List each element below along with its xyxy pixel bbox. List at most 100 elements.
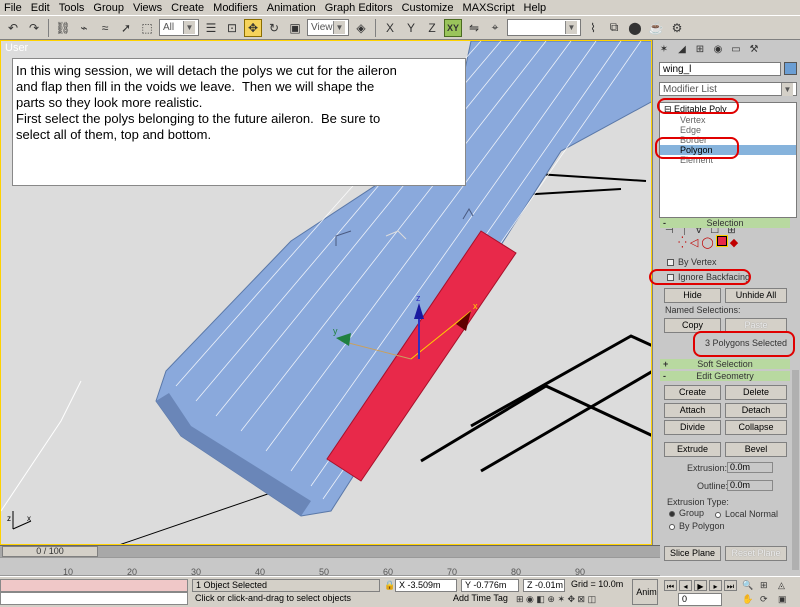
unhide-all-button[interactable]: Unhide All [725,288,787,303]
extrusion-group-radio[interactable]: Group [669,508,704,518]
select-and-move-icon[interactable]: ✥ [244,18,262,37]
previous-frame-icon[interactable]: ◂ [679,580,692,591]
display-tab-icon[interactable]: ▭ [729,43,743,57]
next-frame-icon[interactable]: ▸ [709,580,722,591]
select-object-icon[interactable]: ➚ [117,19,135,37]
menu-tools[interactable]: Tools [59,2,85,14]
restrict-z-icon[interactable]: Z [423,19,441,37]
restrict-x-icon[interactable]: X [381,19,399,37]
extrusion-spinner[interactable]: 0.0m [727,462,773,473]
zoom-extents-icon[interactable]: ⊞ [760,580,768,591]
menu-views[interactable]: Views [133,2,162,14]
polygon-level-icon[interactable] [715,235,728,247]
menu-group[interactable]: Group [93,2,124,14]
detach-button[interactable]: Detach [725,403,787,418]
maximize-viewport-icon[interactable]: ▣ [778,594,787,605]
bevel-button[interactable]: Bevel [725,442,787,457]
by-vertex-checkbox[interactable]: By Vertex [667,257,717,267]
hide-button[interactable]: Hide [664,288,721,303]
pivot-center-icon[interactable]: ◈ [352,19,370,37]
menu-animation[interactable]: Animation [267,2,316,14]
select-and-scale-icon[interactable]: ▣ [286,19,304,37]
restrict-xy-icon[interactable]: XY [444,18,462,37]
collapse-button[interactable]: Collapse [725,420,787,435]
menu-create[interactable]: Create [171,2,204,14]
quick-render-icon[interactable]: ⚙ [668,19,686,37]
render-scene-icon[interactable]: ☕ [647,19,665,37]
mirror-icon[interactable]: ⇋ [465,19,483,37]
curve-editor-icon[interactable]: ⌇ [584,19,602,37]
selection-rollout-header[interactable]: - Selection [660,218,790,228]
z-coordinate[interactable]: Z -0.01m [523,579,565,592]
maxscript-listener[interactable] [0,579,188,606]
align-icon[interactable]: ⌖ [486,19,504,37]
viewport-label[interactable]: User [5,42,28,54]
user-viewport[interactable]: User z y x z x In this wing session, we … [0,40,652,545]
reference-coordinate-dropdown[interactable]: View ▼ [307,19,349,36]
listener-input[interactable] [0,592,188,605]
lock-selection-icon[interactable]: 🔒 [384,580,395,591]
time-slider-knob[interactable]: 0 / 100 [2,546,98,557]
outline-spinner[interactable]: 0.0m [727,480,773,491]
selection-filter-dropdown[interactable]: All ▼ [159,19,199,36]
stack-edge[interactable]: Edge [660,125,796,135]
panel-scrollbar[interactable] [792,370,799,570]
select-region-icon[interactable]: ⬚ [138,19,156,37]
object-name-field[interactable]: wing_l [659,62,781,76]
attach-button[interactable]: Attach [664,403,721,418]
restrict-y-icon[interactable]: Y [402,19,420,37]
select-link-icon[interactable]: ⛓ [54,19,72,37]
modifier-stack[interactable]: ⊟ Editable Poly Vertex Edge Border Polyg… [659,102,797,218]
material-editor-icon[interactable]: ⬤ [626,19,644,37]
unlink-icon[interactable]: ⌁ [75,19,93,37]
slice-plane-button[interactable]: Slice Plane [664,546,721,561]
menu-customize[interactable]: Customize [402,2,454,14]
subobject-level-icons[interactable]: ⁛ ◁ ◯ ◆ [678,235,738,249]
play-icon[interactable]: ▶ [694,580,707,591]
zoom-icon[interactable]: 🔍 [742,580,753,591]
extrusion-local-normal-radio[interactable]: Local Normal [715,509,778,519]
extrude-button[interactable]: Extrude [664,442,721,457]
schematic-view-icon[interactable]: ⧉ [605,19,623,37]
track-bar[interactable]: 10 20 30 40 50 60 70 80 90 [0,557,660,577]
time-slider[interactable]: 0 / 100 [0,545,660,557]
select-window-crossing-icon[interactable]: ⊡ [223,19,241,37]
motion-tab-icon[interactable]: ◉ [711,43,725,57]
named-selection-dropdown[interactable]: ▼ [507,19,581,36]
bind-space-warp-icon[interactable]: ≈ [96,19,114,37]
orbit-icon[interactable]: ⟳ [760,594,768,605]
select-by-name-icon[interactable]: ☰ [202,19,220,37]
create-tab-icon[interactable]: ✶ [657,43,671,57]
animate-button[interactable]: Anim [632,579,658,605]
extrusion-by-polygon-radio[interactable]: By Polygon [669,521,725,531]
x-coordinate[interactable]: X -3.509m [395,579,457,592]
viewport-nav-icons[interactable]: ⊞ ◉ ◧ ⊕ ✶ ✥ ⊠ ◫ [516,594,596,605]
undo-icon[interactable]: ↶ [4,19,22,37]
menu-maxscript[interactable]: MAXScript [463,2,515,14]
menu-help[interactable]: Help [524,2,547,14]
divide-button[interactable]: Divide [664,420,721,435]
create-button[interactable]: Create [664,385,721,400]
delete-button[interactable]: Delete [725,385,787,400]
listener-output[interactable] [0,579,188,592]
menu-modifiers[interactable]: Modifiers [213,2,258,14]
current-frame-field[interactable]: 0 [678,593,722,606]
modify-tab-icon[interactable]: ◢ [675,43,689,57]
menu-edit[interactable]: Edit [31,2,50,14]
redo-icon[interactable]: ↷ [25,19,43,37]
element-level-icon[interactable]: ◆ [730,237,738,249]
go-to-end-icon[interactable]: ⏭ [724,580,737,591]
soft-selection-rollout-header[interactable]: + Soft Selection [660,359,790,369]
go-to-start-icon[interactable]: ⏮ [664,580,677,591]
y-coordinate[interactable]: Y -0.776m [461,579,519,592]
select-and-rotate-icon[interactable]: ↻ [265,19,283,37]
hierarchy-tab-icon[interactable]: ⊞ [693,43,707,57]
object-color-swatch[interactable] [784,62,797,75]
edit-geometry-rollout-header[interactable]: - Edit Geometry [660,371,790,381]
add-time-tag[interactable]: Add Time Tag [450,593,512,606]
menu-graph-editors[interactable]: Graph Editors [325,2,393,14]
stack-vertex[interactable]: Vertex [660,115,796,125]
pan-icon[interactable]: ✋ [742,594,753,605]
menu-file[interactable]: File [4,2,22,14]
modifier-list-dropdown[interactable]: Modifier List ▼ [659,82,797,96]
